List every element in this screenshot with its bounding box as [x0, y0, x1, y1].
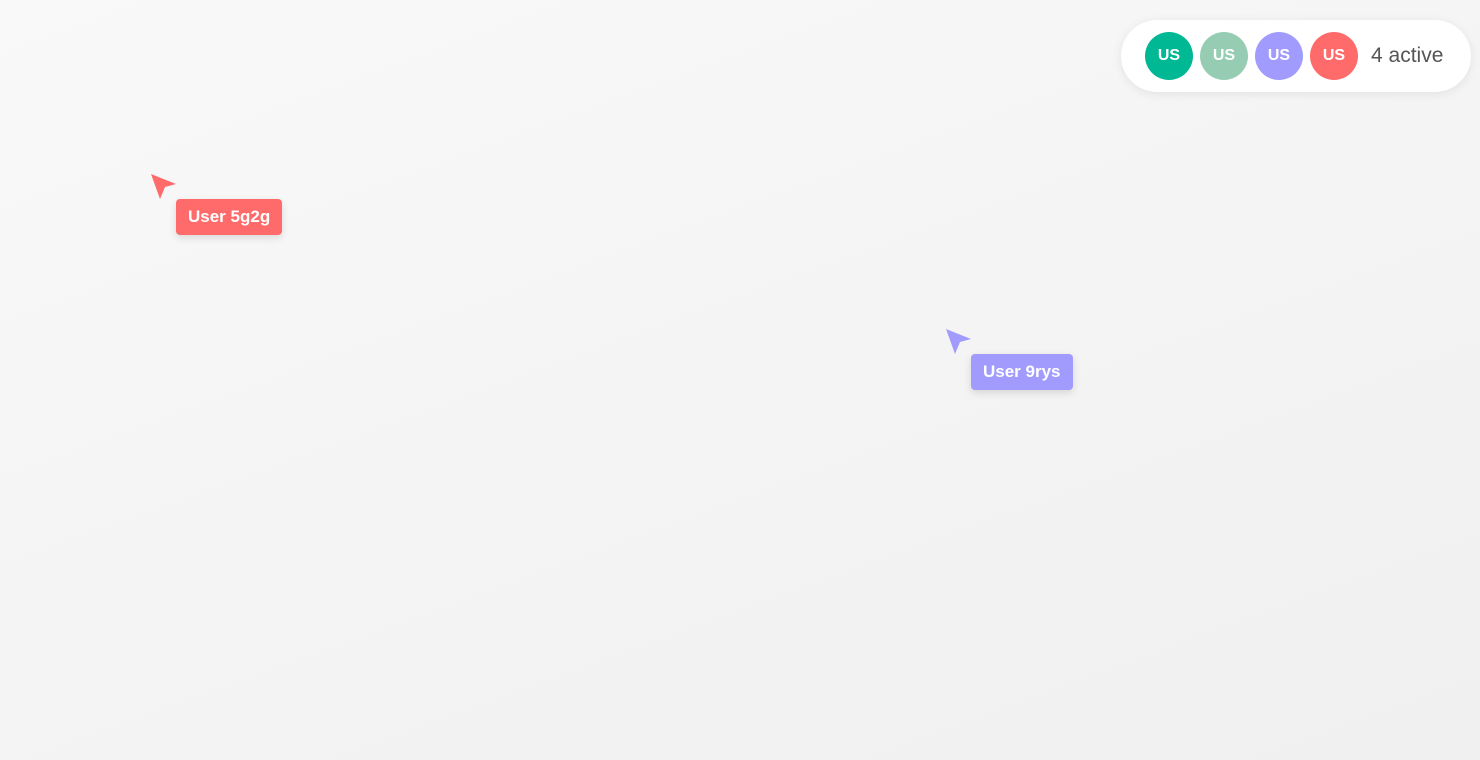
avatar[interactable]: US	[1145, 32, 1193, 80]
cursor-user-label: User 5g2g	[176, 199, 283, 235]
avatar[interactable]: US	[1255, 32, 1303, 80]
cursor-arrow-icon	[946, 329, 971, 354]
avatar[interactable]: US	[1310, 32, 1358, 80]
active-users-count: 4 active	[1371, 44, 1444, 67]
presence-bar: US US US US 4 active	[1121, 20, 1471, 92]
cursor-user-label: User 9rys	[971, 354, 1073, 390]
avatar[interactable]: US	[1200, 32, 1248, 80]
cursor-arrow-icon	[151, 174, 176, 199]
